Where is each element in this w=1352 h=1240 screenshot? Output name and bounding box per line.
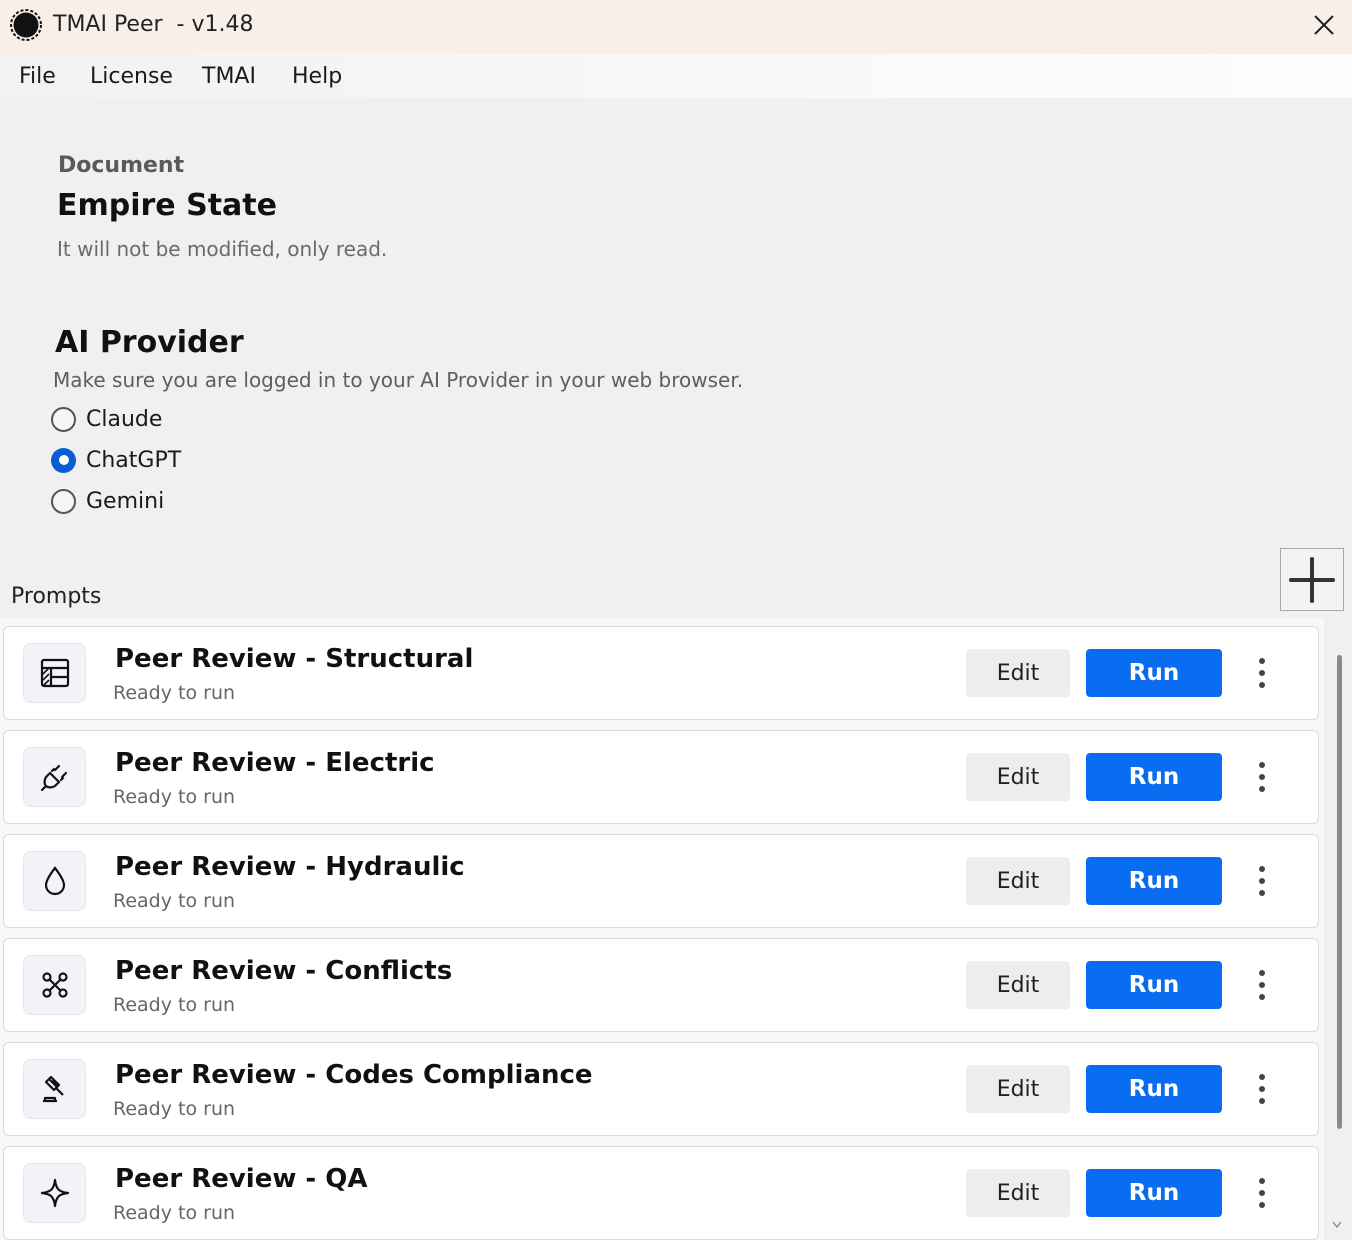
network-nodes-icon	[23, 955, 86, 1015]
run-button[interactable]: Run	[1086, 649, 1222, 697]
prompt-list: Peer Review - Structural Ready to run Ed…	[0, 618, 1324, 1240]
prompt-title: Peer Review - Codes Compliance	[115, 1060, 593, 1090]
run-button[interactable]: Run	[1086, 1065, 1222, 1113]
prompt-card: Peer Review - Codes Compliance Ready to …	[3, 1042, 1319, 1136]
run-button[interactable]: Run	[1086, 753, 1222, 801]
radio-label: ChatGPT	[86, 447, 182, 473]
menu-file[interactable]: File	[19, 64, 56, 89]
more-options-icon[interactable]	[1250, 967, 1274, 1003]
title-bar: TMAI Peer - v1.48	[0, 0, 1352, 54]
structural-grid-icon	[23, 643, 86, 703]
edit-button[interactable]: Edit	[966, 1169, 1070, 1217]
provider-option-gemini[interactable]: Gemini	[51, 486, 164, 516]
radio-button[interactable]	[51, 488, 76, 514]
provider-note: Make sure you are logged in to your AI P…	[53, 368, 744, 392]
prompt-status: Ready to run	[113, 786, 236, 808]
add-prompt-button[interactable]	[1280, 548, 1344, 611]
prompt-title: Peer Review - Structural	[115, 644, 474, 674]
run-button[interactable]: Run	[1086, 857, 1222, 905]
edit-button[interactable]: Edit	[966, 753, 1070, 801]
plug-icon	[23, 747, 86, 807]
prompt-card: Peer Review - Structural Ready to run Ed…	[3, 626, 1319, 720]
menu-license[interactable]: License	[90, 64, 173, 89]
prompt-status: Ready to run	[113, 682, 236, 704]
scroll-down-icon[interactable]	[1330, 1218, 1344, 1232]
window-title: TMAI Peer - v1.48	[53, 12, 254, 37]
document-note: It will not be modified, only read.	[57, 237, 388, 261]
plus-icon	[1289, 556, 1335, 603]
edit-button[interactable]: Edit	[966, 961, 1070, 1009]
prompt-status: Ready to run	[113, 994, 236, 1016]
prompt-title: Peer Review - Electric	[115, 748, 435, 778]
close-button[interactable]	[1308, 8, 1340, 42]
radio-label: Claude	[86, 406, 163, 432]
provider-title: AI Provider	[55, 325, 244, 360]
sparkle-icon	[23, 1163, 86, 1223]
provider-option-chatgpt[interactable]: ChatGPT	[51, 445, 181, 475]
prompt-status: Ready to run	[113, 1098, 236, 1120]
document-name: Empire State	[57, 188, 277, 223]
edit-button[interactable]: Edit	[966, 649, 1070, 697]
menu-help[interactable]: Help	[292, 64, 342, 89]
menu-tmai[interactable]: TMAI	[202, 64, 256, 89]
gavel-icon	[23, 1059, 86, 1119]
provider-option-claude[interactable]: Claude	[51, 404, 162, 434]
radio-button-selected[interactable]	[51, 447, 76, 473]
radio-label: Gemini	[86, 488, 165, 514]
prompt-status: Ready to run	[113, 890, 236, 912]
more-options-icon[interactable]	[1250, 1071, 1274, 1107]
more-options-icon[interactable]	[1250, 759, 1274, 795]
edit-button[interactable]: Edit	[966, 1065, 1070, 1113]
radio-button[interactable]	[51, 406, 76, 432]
edit-button[interactable]: Edit	[966, 857, 1070, 905]
more-options-icon[interactable]	[1250, 1175, 1274, 1211]
prompt-card: Peer Review - Conflicts Ready to run Edi…	[3, 938, 1319, 1032]
scrollbar-thumb[interactable]	[1337, 655, 1342, 1129]
water-drop-icon	[23, 851, 86, 911]
prompts-label: Prompts	[11, 584, 102, 609]
prompt-title: Peer Review - Hydraulic	[115, 852, 465, 882]
prompt-card: Peer Review - Hydraulic Ready to run Edi…	[3, 834, 1319, 928]
more-options-icon[interactable]	[1250, 863, 1274, 899]
run-button[interactable]: Run	[1086, 1169, 1222, 1217]
app-logo-icon	[10, 9, 42, 41]
prompt-status: Ready to run	[113, 1202, 236, 1224]
run-button[interactable]: Run	[1086, 961, 1222, 1009]
document-label: Document	[58, 153, 185, 178]
more-options-icon[interactable]	[1250, 655, 1274, 691]
prompt-card: Peer Review - Electric Ready to run Edit…	[3, 730, 1319, 824]
prompt-card: Peer Review - QA Ready to run Edit Run	[3, 1146, 1319, 1240]
prompt-title: Peer Review - Conflicts	[115, 956, 453, 986]
prompt-title: Peer Review - QA	[115, 1164, 368, 1194]
menu-bar: File License TMAI Help	[0, 54, 1352, 98]
close-icon	[1314, 15, 1334, 35]
